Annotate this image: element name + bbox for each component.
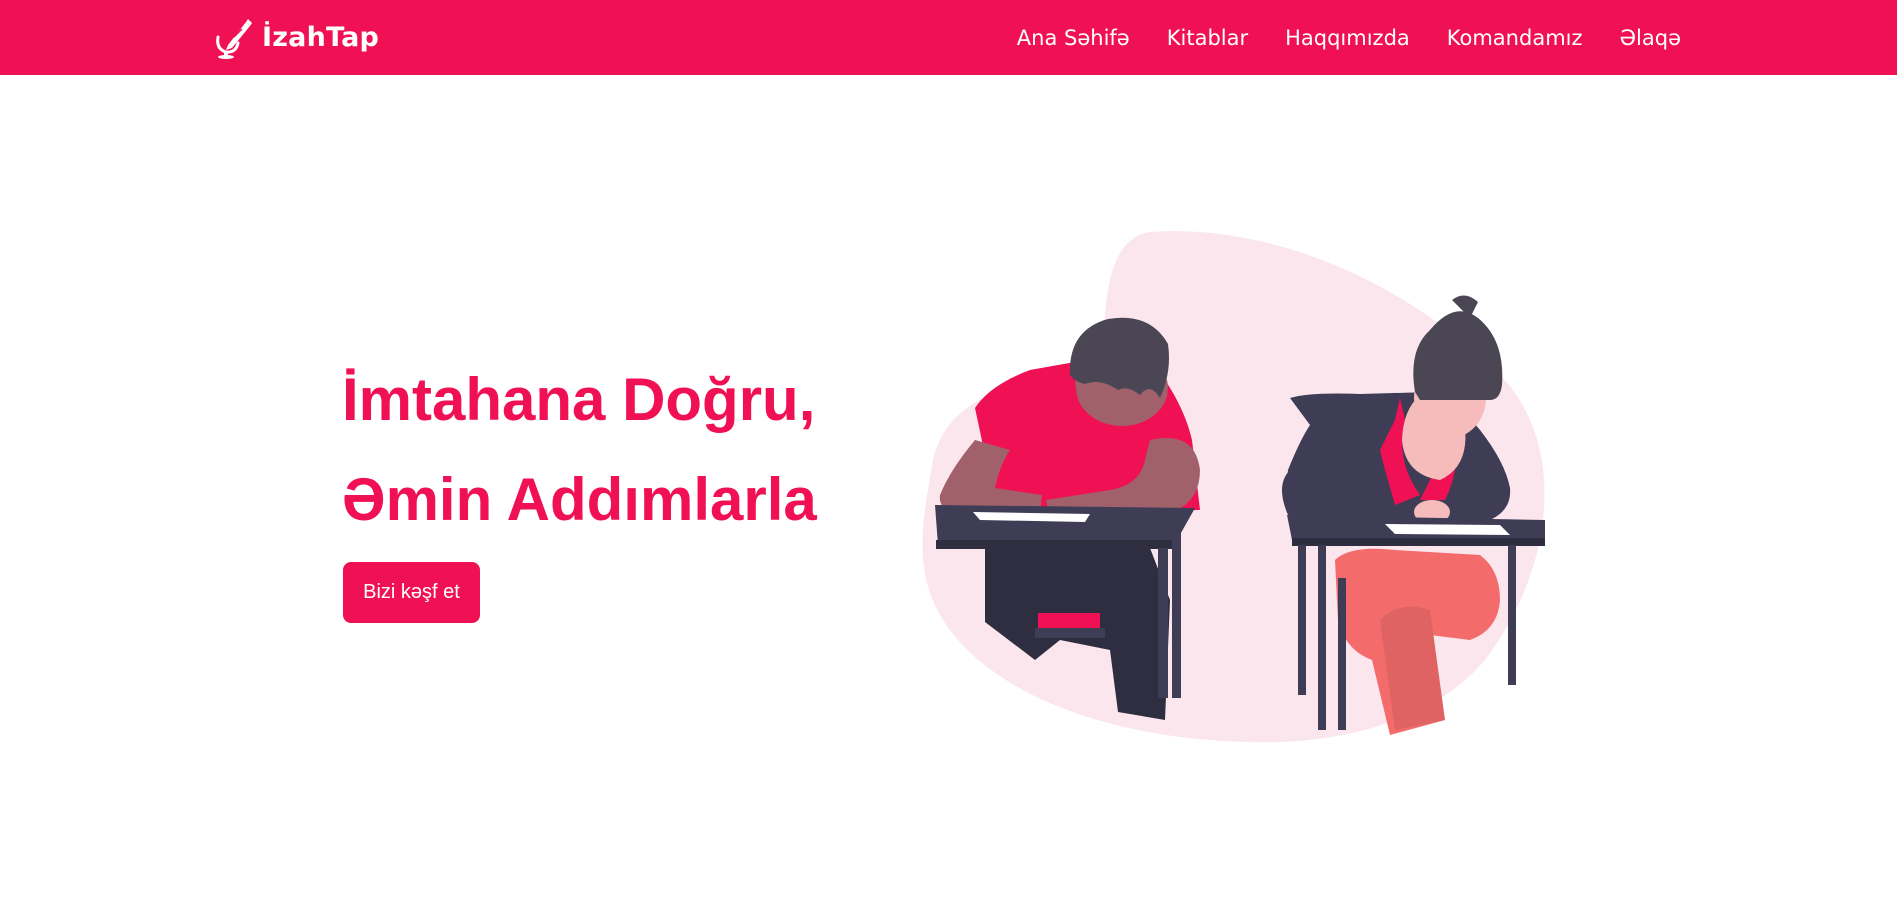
nav-link-about[interactable]: Haqqımızda bbox=[1285, 26, 1410, 50]
explore-button[interactable]: Bizi kəşf et bbox=[343, 562, 480, 623]
nav-link-contact[interactable]: Əlaqə bbox=[1620, 26, 1681, 50]
hero-title-line-1: İmtahana Doğru, bbox=[342, 366, 816, 433]
nav-item-contact: Əlaqə bbox=[1620, 26, 1681, 50]
nav-link-team[interactable]: Komandamız bbox=[1447, 26, 1583, 50]
pencil-pot-icon bbox=[216, 19, 252, 59]
brand-link[interactable]: İzahTap bbox=[212, 14, 379, 60]
students-taking-exam-illustration bbox=[922, 231, 1545, 743]
navbar: İzahTap Ana Səhifə Kitablar Haqqımızda K… bbox=[0, 0, 1897, 75]
hero-title: İmtahana Doğru, Əmin Addımlarla bbox=[342, 350, 817, 550]
nav-item-books: Kitablar bbox=[1167, 26, 1248, 50]
nav-item-home: Ana Səhifə bbox=[1017, 26, 1130, 50]
brand-name: İzahTap bbox=[262, 21, 380, 53]
hero-title-line-2: Əmin Addımlarla bbox=[342, 466, 817, 533]
nav-item-about: Haqqımızda bbox=[1285, 26, 1410, 50]
nav-link-home[interactable]: Ana Səhifə bbox=[1017, 26, 1130, 50]
nav-item-team: Komandamız bbox=[1447, 26, 1583, 50]
nav-link-books[interactable]: Kitablar bbox=[1167, 26, 1248, 50]
nav-menu: Ana Səhifə Kitablar Haqqımızda Komandamı… bbox=[1017, 0, 1681, 75]
